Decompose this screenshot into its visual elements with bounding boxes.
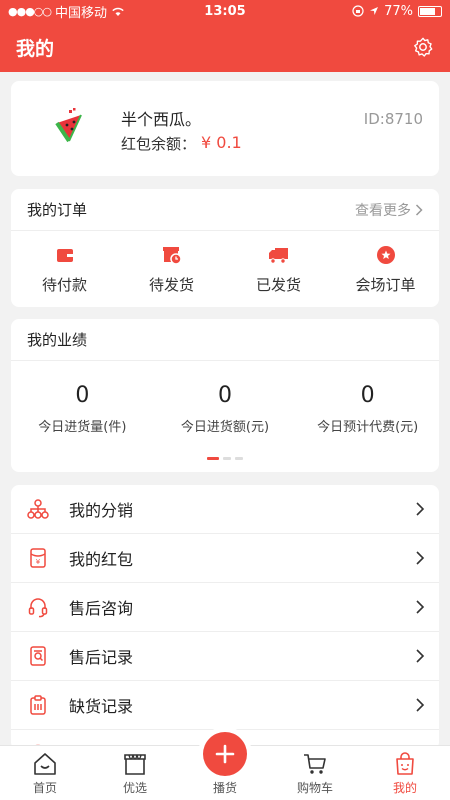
view-more-label: 查看更多 (355, 202, 411, 219)
red-packet-icon: ¥ (30, 548, 46, 568)
star-badge-icon (376, 245, 395, 264)
tab-label: 播货 (212, 781, 237, 795)
stat-value: 0 (360, 383, 375, 408)
order-pending-shipment[interactable]: 待发货 (118, 231, 225, 307)
battery-icon (418, 5, 442, 17)
menu-item-out-of-stock-record[interactable]: 缺货记录 (11, 681, 439, 730)
tab-home[interactable]: 首页 (0, 746, 90, 800)
avatar (55, 108, 82, 143)
chevron-right-icon (416, 502, 425, 516)
chevron-right-icon (416, 600, 425, 614)
profile-bag-icon (396, 752, 414, 775)
clipboard-icon (30, 695, 46, 715)
plus-icon (215, 744, 235, 764)
app-header: 我的 (0, 22, 450, 72)
chevron-right-icon (416, 698, 425, 712)
chevron-right-icon (415, 203, 423, 216)
menu-item-after-sale-record[interactable]: 售后记录 (11, 632, 439, 681)
stat-estimated-fee: 0 今日预计代费(元) (296, 383, 439, 451)
status-bar: ●●●○○ 中国移动 13:05 77% (0, 0, 450, 22)
wallet-icon (56, 248, 73, 262)
order-label: 已发货 (255, 275, 301, 294)
tab-featured[interactable]: 优选 (90, 746, 180, 800)
stat-label: 今日预计代费(元) (317, 420, 419, 435)
orders-header: 我的订单 查看更多 (11, 189, 439, 231)
order-label: 会场订单 (355, 275, 416, 294)
order-venue[interactable]: 会场订单 (332, 231, 439, 307)
menu-label: 缺货记录 (69, 697, 134, 716)
order-label: 待发货 (148, 275, 194, 294)
truck-icon (268, 247, 288, 264)
order-pending-payment[interactable]: 待付款 (11, 231, 118, 307)
menu-label: 我的红包 (69, 550, 134, 569)
tab-bar: 首页 优选 播货 购物车 我的 (0, 732, 450, 800)
chevron-right-icon (416, 649, 425, 663)
tab-label: 首页 (32, 781, 57, 795)
headset-icon (28, 598, 48, 618)
battery-percent: 77% (384, 3, 413, 19)
stat-label: 今日进货额(元) (180, 420, 270, 435)
location-icon (370, 7, 379, 15)
performance-card: 我的业绩 0 今日进货量(件) 0 今日进货额(元) 0 今日预计代费(元) (11, 319, 439, 472)
balance-label: 红包余额： (121, 135, 197, 153)
menu-item-distribution[interactable]: 我的分销 (11, 485, 439, 534)
performance-title: 我的业绩 (27, 331, 88, 349)
balance-value: ¥ 0.1 (201, 133, 242, 152)
tab-label: 优选 (122, 781, 147, 795)
page-indicator (11, 457, 439, 460)
stat-value: 0 (218, 383, 232, 408)
tab-label: 我的 (392, 781, 417, 795)
menu-label: 售后记录 (69, 648, 134, 667)
order-label: 待付款 (41, 275, 87, 294)
page-title: 我的 (16, 37, 55, 60)
gear-icon[interactable] (412, 36, 434, 58)
performance-header: 我的业绩 (11, 319, 439, 361)
orders-title: 我的订单 (27, 201, 88, 219)
menu-label: 售后咨询 (69, 599, 134, 618)
stat-value: 0 (75, 383, 90, 408)
profile-card[interactable]: 半个西瓜。 红包余额： ¥ 0.1 ID:8710 (11, 81, 439, 176)
tab-mine[interactable]: 我的 (360, 746, 450, 800)
stat-label: 今日进货量(件) (38, 420, 127, 435)
tab-publish[interactable]: 播货 (180, 732, 270, 800)
rotation-lock-icon (352, 5, 364, 17)
carrier-label: 中国移动 (55, 5, 108, 21)
home-icon (34, 753, 56, 775)
stat-purchase-quantity: 0 今日进货量(件) (11, 383, 154, 451)
menu-item-after-sale-consult[interactable]: 售后咨询 (11, 583, 439, 632)
user-nickname: 半个西瓜。 (121, 110, 202, 129)
wifi-icon (112, 7, 124, 16)
menu-label: 我的分销 (69, 501, 134, 520)
clock: 13:05 (204, 3, 246, 19)
stat-purchase-amount: 0 今日进货额(元) (154, 383, 297, 451)
menu-list: 我的分销 ¥ 我的红包 售后咨询 售后记录 缺货记录 帮助中心 (11, 485, 439, 750)
cart-icon (304, 754, 326, 774)
tab-cart[interactable]: 购物车 (270, 746, 360, 800)
publish-button[interactable] (203, 732, 247, 776)
menu-item-red-packet[interactable]: ¥ 我的红包 (11, 534, 439, 583)
store-icon (124, 754, 146, 775)
user-id: ID:8710 (363, 110, 423, 128)
page-dot (223, 457, 231, 460)
page-dot-active (207, 457, 219, 460)
distribution-icon (27, 499, 49, 519)
chevron-right-icon (416, 551, 425, 565)
orders-card: 我的订单 查看更多 待付款 待发货 已发货 会场订单 (11, 189, 439, 307)
tab-label: 购物车 (296, 781, 333, 795)
signal-indicator: ●●●○○ (8, 4, 52, 18)
after-sale-record-icon (30, 646, 46, 666)
view-more-link[interactable]: 查看更多 (355, 200, 423, 220)
svg-text:¥: ¥ (36, 558, 41, 566)
pending-shipment-icon (162, 246, 182, 265)
page-dot (235, 457, 243, 460)
order-shipped[interactable]: 已发货 (225, 231, 332, 307)
